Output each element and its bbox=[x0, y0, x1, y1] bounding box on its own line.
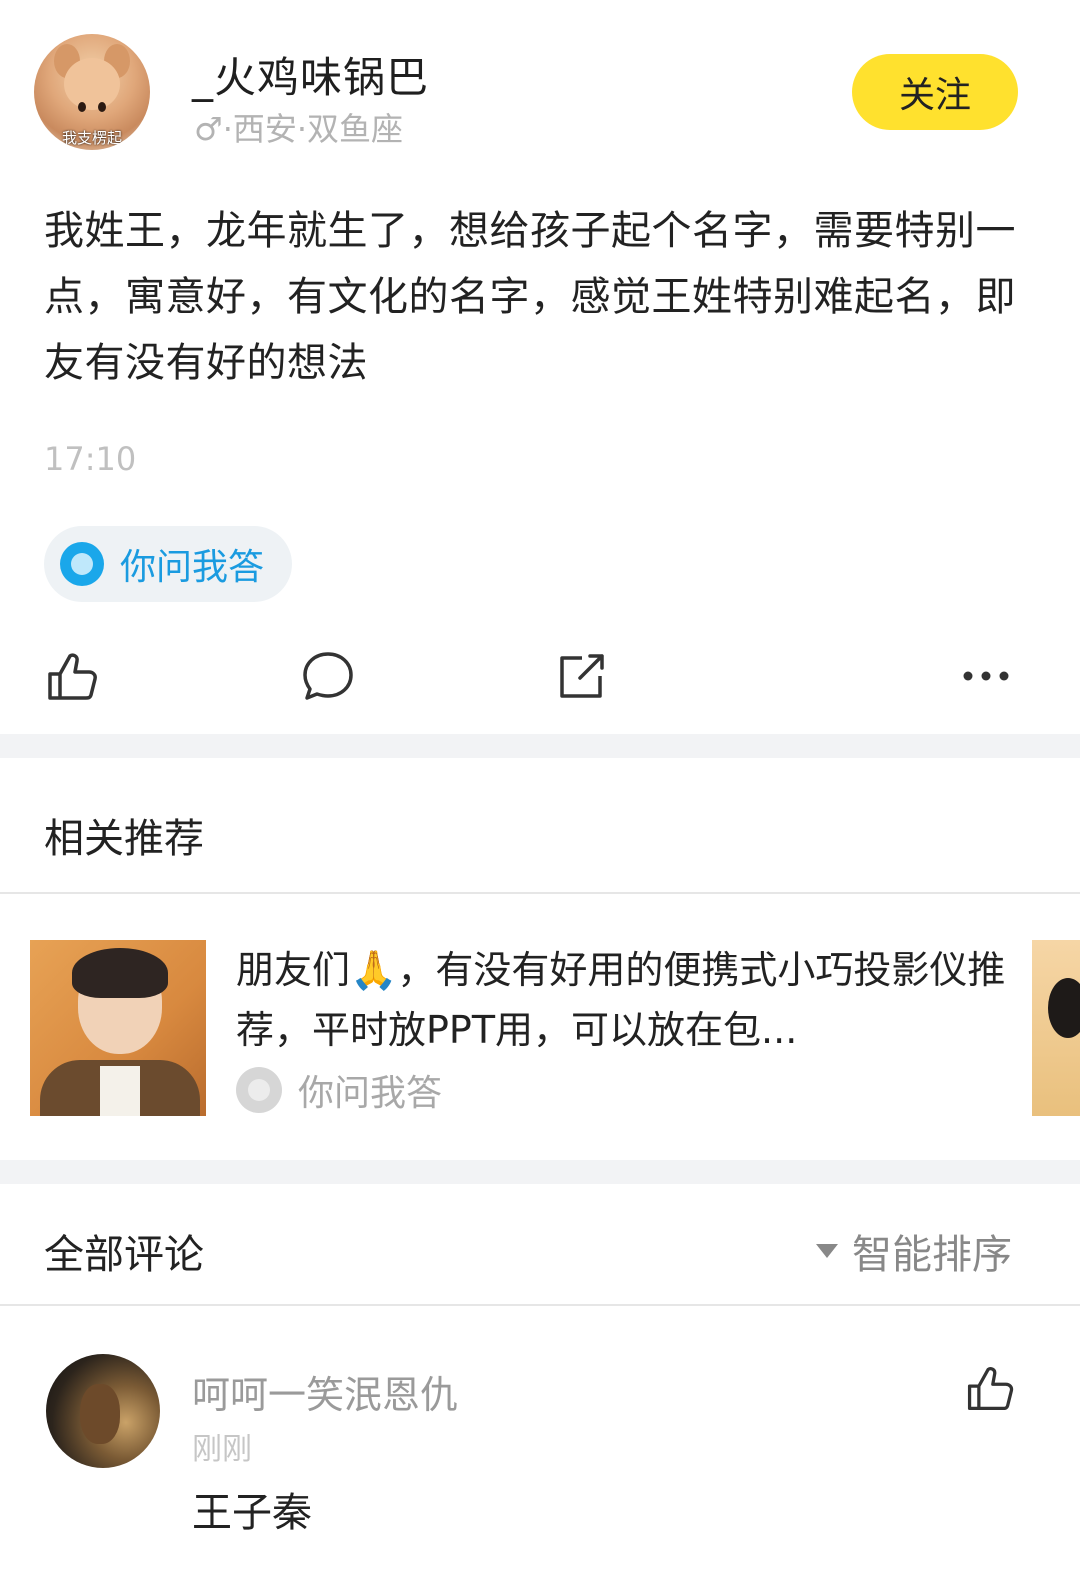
share-icon bbox=[560, 654, 604, 698]
topic-dot-icon bbox=[60, 542, 104, 586]
share-button[interactable] bbox=[554, 648, 610, 704]
avatar-eye bbox=[98, 102, 106, 112]
section-divider bbox=[0, 734, 1080, 758]
thumb-hair bbox=[72, 948, 168, 998]
more-icon bbox=[963, 671, 1009, 681]
recommend-thumbnail[interactable] bbox=[30, 940, 206, 1116]
thumb-shirt bbox=[100, 1066, 140, 1116]
post-time: 17:10 bbox=[44, 440, 137, 478]
divider-line bbox=[0, 1304, 1080, 1306]
caret-down-icon bbox=[816, 1244, 838, 1258]
recommend-next-thumbnail[interactable] bbox=[1032, 940, 1080, 1116]
post-content: 我姓王，龙年就生了，想给孩子起个名字，需要特别一点，寓意好，有文化的名字，感觉王… bbox=[44, 208, 1016, 386]
topic-tag-label: 你问我答 bbox=[120, 547, 265, 588]
sort-dropdown[interactable]: 智能排序 bbox=[816, 1222, 1012, 1280]
thumb-up-icon bbox=[48, 653, 97, 700]
related-title: 相关推荐 bbox=[44, 816, 204, 862]
comment-button[interactable] bbox=[300, 648, 356, 704]
avatar-caption: 我支楞起 bbox=[61, 129, 122, 147]
follow-button[interactable]: 关注 bbox=[852, 54, 1018, 130]
commenter-name[interactable]: 呵呵一笑泯恩仇 bbox=[192, 1364, 458, 1419]
author-name[interactable]: _火鸡味锅巴 bbox=[192, 44, 429, 105]
recommend-item-text[interactable]: 朋友们🙏，有没有好用的便携式小巧投影仪推荐，平时放PPT用，可以放在包... bbox=[236, 940, 1006, 1060]
recommend-item-tag[interactable]: 你问我答 bbox=[236, 1064, 442, 1116]
comment-like-button[interactable] bbox=[962, 1360, 1018, 1416]
avatar-eye bbox=[78, 102, 86, 112]
author-info: ♂·西安·双鱼座 bbox=[194, 110, 404, 148]
like-button[interactable] bbox=[44, 648, 100, 704]
thumb-up-icon bbox=[967, 1367, 1014, 1411]
comments-title: 全部评论 bbox=[44, 1232, 204, 1278]
divider-line bbox=[0, 892, 1080, 894]
section-divider bbox=[0, 1160, 1080, 1184]
comment-text: 王子秦 bbox=[192, 1490, 312, 1536]
avatar-face bbox=[64, 58, 120, 112]
sort-label: 智能排序 bbox=[852, 1232, 1012, 1278]
author-avatar[interactable]: 我支楞起 bbox=[34, 34, 150, 150]
topic-dot-icon bbox=[236, 1067, 282, 1113]
comment-icon bbox=[303, 652, 353, 700]
more-button[interactable] bbox=[958, 648, 1014, 704]
recommend-item-tag-label: 你问我答 bbox=[298, 1073, 443, 1114]
avatar-cat bbox=[80, 1384, 120, 1444]
peek-hair bbox=[1048, 978, 1080, 1038]
comment-time: 刚刚 bbox=[192, 1432, 252, 1467]
topic-tag[interactable]: 你问我答 bbox=[44, 526, 292, 602]
commenter-avatar[interactable] bbox=[46, 1354, 160, 1468]
